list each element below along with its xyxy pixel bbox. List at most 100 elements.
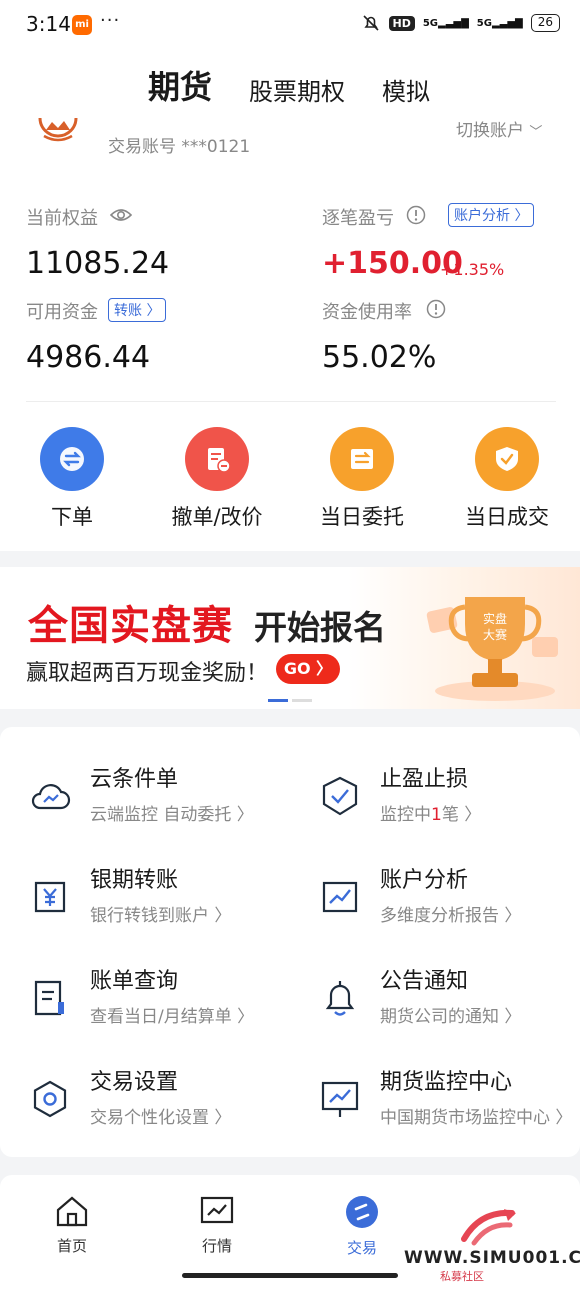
equity-value: 11085.24 (26, 246, 170, 281)
shield-icon (322, 776, 358, 816)
pnl-label: 逐笔盈亏 (322, 208, 394, 229)
watermark-site: WWW.SIMU001.CN (404, 1248, 580, 1268)
home-indicator[interactable] (182, 1273, 398, 1278)
nav-home-label: 首页 (56, 1237, 87, 1255)
today-orders-button[interactable]: 当日委托 (307, 427, 417, 531)
go-button[interactable]: GO 〉 (276, 654, 340, 684)
broker-logo-icon (38, 118, 78, 142)
mi-app-icon: mi (72, 15, 92, 35)
info-icon[interactable] (406, 205, 426, 225)
divider (26, 401, 556, 402)
signal-5g-label-2: 5G (476, 17, 492, 29)
announcements[interactable]: 公告通知 期货公司的通知 〉 (290, 959, 560, 1059)
chevron-down-icon: ﹀ (529, 125, 543, 140)
signal-5g-icon-2: 5G▂▃▅▇ (476, 17, 523, 29)
market-chart-icon (200, 1196, 234, 1224)
mute-bell-icon (362, 15, 379, 31)
service-title: 银期转账 (90, 868, 179, 893)
bell-icon (325, 981, 355, 1016)
banner-title-red: 全国实盘赛 (28, 603, 233, 649)
today-orders-label: 当日委托 (320, 505, 404, 529)
place-order-label: 下单 (51, 505, 93, 529)
bank-futures-transfer[interactable]: 银期转账 银行转钱到账户 〉 (0, 858, 270, 958)
nav-trade-label: 交易 (346, 1239, 377, 1257)
trophy-label-2: 大赛 (483, 627, 507, 642)
cloud-conditional-order[interactable]: 云条件单 云端监控 自动委托 〉 (0, 757, 270, 857)
trophy-icon: 实盘 大赛 (426, 597, 558, 701)
banner-subtitle: 赢取超两百万现金奖励！ (26, 661, 269, 686)
service-title: 账单查询 (90, 969, 179, 994)
service-title: 账户分析 (380, 868, 469, 893)
status-icons: HD 5G▂▃▅▇ 5G▂▃▅▇ 26 (361, 13, 560, 33)
nav-trade[interactable]: 交易 (322, 1195, 402, 1258)
switch-account-label: 切换账户 (456, 121, 524, 141)
account-analysis-button[interactable]: 账户分析 〉 (448, 203, 535, 227)
service-subtitle: 多维度分析报告 〉 (380, 906, 522, 926)
service-title: 公告通知 (380, 969, 469, 994)
top-tabs: 期货 股票期权 模拟 (0, 50, 580, 120)
line-chart-icon (322, 881, 358, 913)
monitoring-suffix: 笔 〉 (441, 805, 482, 825)
available-funds-label: 可用资金 (26, 302, 98, 323)
cancel-document-icon (185, 427, 249, 491)
nav-market[interactable]: 行情 (177, 1195, 257, 1256)
service-subtitle: 云端监控 自动委托 〉 (90, 805, 254, 825)
shield-check-icon (475, 427, 539, 491)
tab-stock-options[interactable]: 股票期权 (249, 72, 345, 107)
tab-simulation[interactable]: 模拟 (382, 72, 430, 107)
services-grid: 云条件单 云端监控 自动委托 〉 止盈止损 监控中1笔 〉 银期转账 银行转钱到… (0, 727, 580, 1157)
today-trades-label: 当日成交 (465, 505, 549, 529)
service-subtitle: 交易个性化设置 〉 (90, 1108, 232, 1128)
status-time: 3:14 (26, 12, 71, 36)
home-icon (56, 1196, 88, 1227)
today-trades-button[interactable]: 当日成交 (452, 427, 562, 531)
cloud-icon (31, 784, 71, 810)
cancel-modify-button[interactable]: 撤单/改价 (162, 427, 272, 531)
info-icon-2[interactable] (426, 299, 446, 319)
trade-active-icon (346, 1196, 378, 1228)
pnl-percent: +1.35% (440, 260, 505, 279)
service-title: 止盈止损 (380, 767, 469, 792)
service-title: 云条件单 (90, 767, 179, 792)
watermark-community: 私募社区 (440, 1270, 484, 1283)
service-subtitle: 监控中1笔 〉 (380, 800, 481, 825)
watermark-logo-icon (461, 1209, 516, 1246)
statement-query[interactable]: 账单查询 查看当日/月结算单 〉 (0, 959, 270, 1059)
promo-banner[interactable]: 全国实盘赛 开始报名 赢取超两百万现金奖励！ GO 〉 实盘 大赛 (0, 567, 580, 709)
service-subtitle: 中国期货市场监控中心 〉 (380, 1108, 573, 1128)
eye-icon[interactable] (110, 206, 132, 224)
tab-futures[interactable]: 期货 (148, 62, 212, 108)
cancel-modify-label: 撤单/改价 (171, 505, 263, 529)
service-subtitle: 查看当日/月结算单 〉 (90, 1007, 255, 1027)
nav-market-label: 行情 (201, 1237, 232, 1255)
battery-icon: 26 (530, 14, 560, 32)
carousel-dot-active[interactable] (268, 699, 288, 702)
take-profit-stop-loss[interactable]: 止盈止损 监控中1笔 〉 (290, 757, 560, 857)
settings-hexagon-icon (33, 1080, 67, 1118)
trophy-label-1: 实盘 (483, 611, 507, 626)
yuan-transfer-icon (34, 881, 66, 913)
fund-usage-value: 55.02% (322, 340, 437, 375)
monitoring-prefix: 监控中 (380, 805, 431, 825)
trade-settings[interactable]: 交易设置 交易个性化设置 〉 (0, 1060, 270, 1160)
available-funds-value: 4986.44 (26, 340, 151, 375)
orders-icon (330, 427, 394, 491)
futures-monitoring-center[interactable]: 期货监控中心 中国期货市场监控中心 〉 (290, 1060, 572, 1160)
account-analysis[interactable]: 账户分析 多维度分析报告 〉 (290, 858, 560, 958)
signal-5g-icon: 5G▂▃▅▇ (422, 17, 469, 29)
banner-title-black: 开始报名 (254, 608, 386, 647)
account-card: 交易账号 ***0121 切换账户 ﹀ 当前权益 11085.24 逐笔盈亏 账… (0, 118, 580, 551)
monitor-chart-icon (321, 1081, 359, 1117)
account-number: 交易账号 ***0121 (108, 137, 251, 157)
transfer-button[interactable]: 转账 〉 (108, 298, 167, 322)
document-icon (34, 980, 64, 1016)
exchange-icon (40, 427, 104, 491)
monitoring-count: 1 (431, 805, 442, 825)
switch-account-button[interactable]: 切换账户 ﹀ (456, 116, 542, 141)
place-order-button[interactable]: 下单 (17, 427, 127, 531)
fund-usage-label: 资金使用率 (322, 302, 412, 323)
carousel-dot[interactable] (292, 699, 312, 702)
nav-home[interactable]: 首页 (32, 1195, 112, 1256)
status-bar: 3:14 mi ··· HD 5G▂▃▅▇ 5G▂▃▅▇ 26 (0, 0, 580, 50)
service-subtitle: 期货公司的通知 〉 (380, 1007, 522, 1027)
